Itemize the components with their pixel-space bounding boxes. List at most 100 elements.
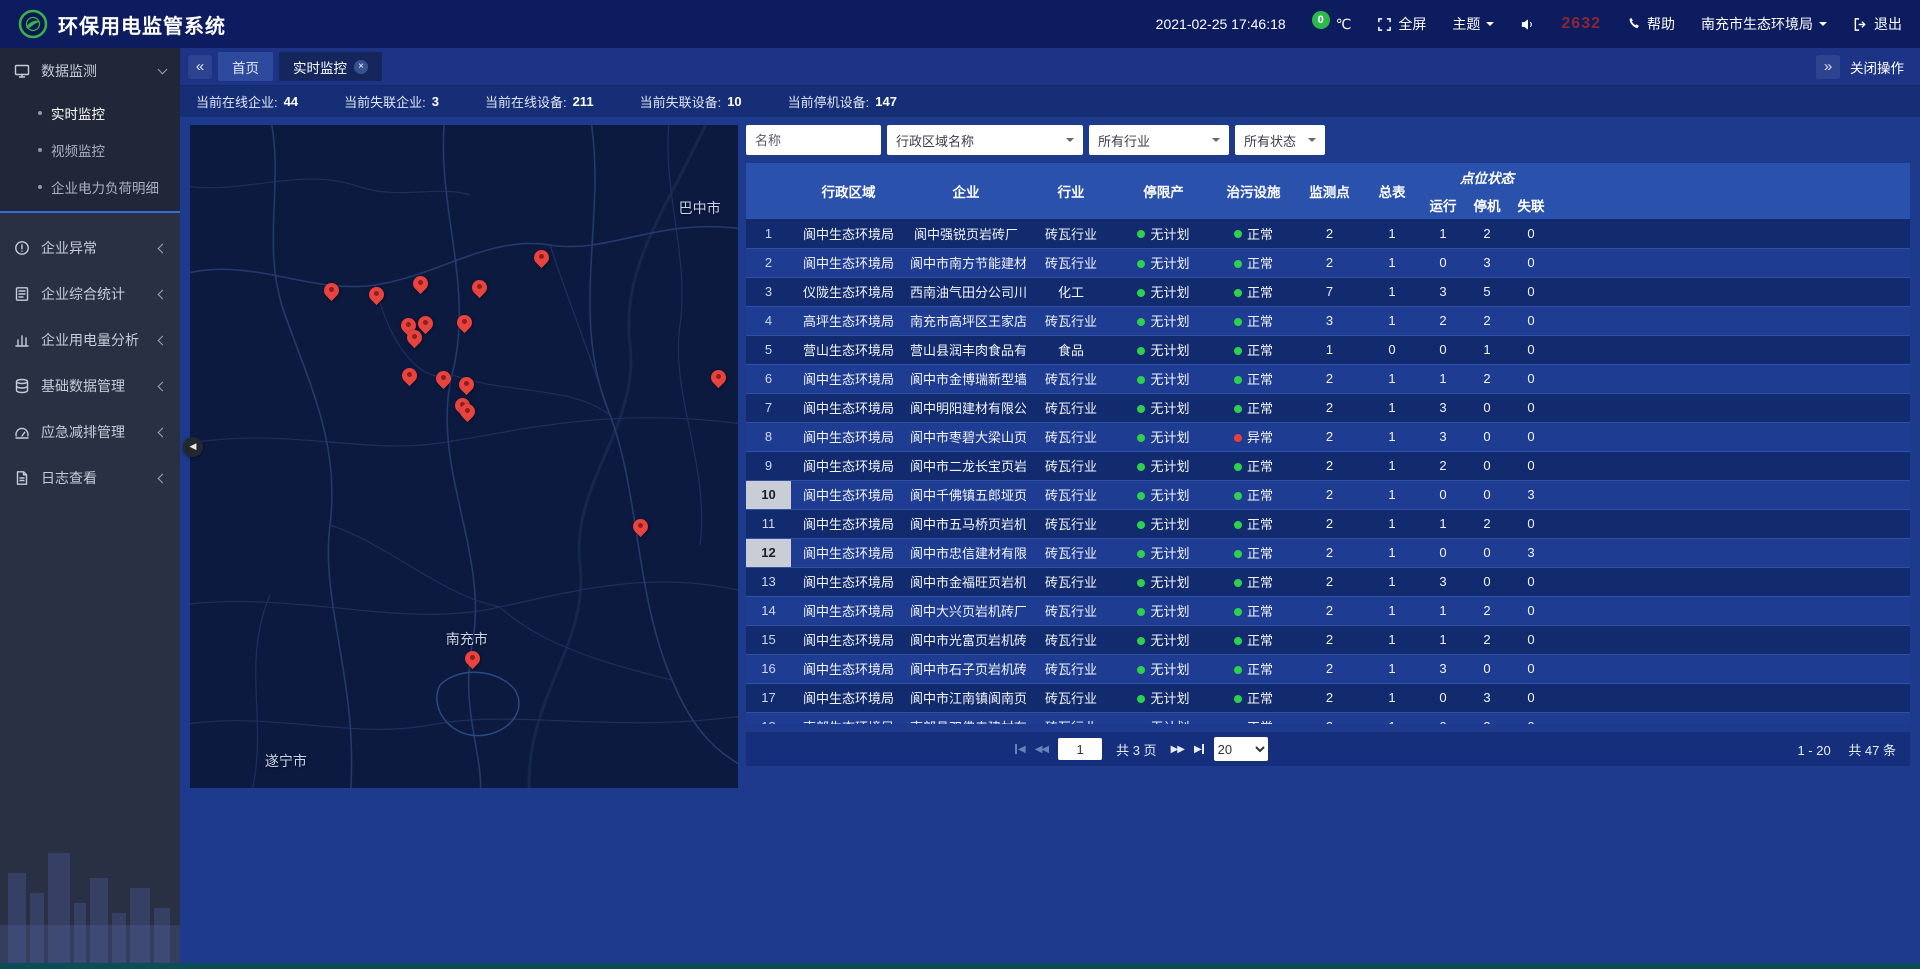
- close-operations-button[interactable]: 关闭操作: [1850, 57, 1904, 77]
- map-pin[interactable]: [533, 249, 551, 267]
- table-row[interactable]: 15阆中生态环境局阆中市光富页岩机砖厂砖瓦行业无计划正常21120: [746, 625, 1910, 654]
- map-pin[interactable]: [471, 279, 489, 297]
- first-page-button[interactable]: ◀: [1015, 744, 1025, 755]
- cell-stop: 2: [1465, 509, 1509, 538]
- table-row[interactable]: 13阆中生态环境局阆中市金福旺页岩机砖砖瓦行业无计划正常21300: [746, 567, 1910, 596]
- sidebar-group-6[interactable]: 日志查看: [0, 455, 180, 501]
- table-row[interactable]: 5营山生态环境局营山县润丰肉食品有限食品无计划正常10010: [746, 335, 1910, 364]
- cell-points: 2: [1296, 451, 1363, 480]
- table-row[interactable]: 12阆中生态环境局阆中市忠信建材有限公砖瓦行业无计划正常21003: [746, 538, 1910, 567]
- cell-industry: 砖瓦行业: [1026, 538, 1116, 567]
- map-pin[interactable]: [406, 329, 424, 347]
- cell-limit: 无计划: [1116, 480, 1211, 509]
- cell-run: 3: [1421, 422, 1465, 451]
- sidebar-item-label: 实时监控: [51, 103, 105, 123]
- logout-button[interactable]: 退出: [1853, 14, 1902, 34]
- table-row[interactable]: 10阆中生态环境局阆中千佛镇五郎垭页岩砖瓦行业无计划正常21003: [746, 480, 1910, 509]
- table-row[interactable]: 4高坪生态环境局南充市高坪区王家店建砖瓦行业无计划正常31220: [746, 306, 1910, 335]
- alarm-count-badge[interactable]: 2632: [1561, 15, 1601, 33]
- voice-broadcast-button[interactable]: [1520, 17, 1535, 32]
- map-panel[interactable]: ◀: [190, 125, 738, 788]
- sidebar-group-2[interactable]: 企业综合统计: [0, 271, 180, 317]
- table-row[interactable]: 16阆中生态环境局阆中市石子页岩机砖厂砖瓦行业无计划正常21300: [746, 654, 1910, 683]
- company-table: 行政区域 企业 行业 停限产 治污设施 监测点 总表 点位状态: [746, 163, 1910, 724]
- col-company: 企业: [906, 163, 1026, 219]
- content-area: « 首页 实时监控 × » 关闭操作 当前在线企业:44当前失联企业:3当前在线…: [180, 48, 1920, 963]
- industry-filter-select[interactable]: 所有行业: [1089, 125, 1229, 155]
- table-row[interactable]: 6阆中生态环境局阆中市金博瑞新型墙材砖瓦行业无计划正常21120: [746, 364, 1910, 393]
- page-size-select[interactable]: 20: [1214, 737, 1268, 761]
- table-row[interactable]: 2阆中生态环境局阆中市南方节能建材有砖瓦行业无计划正常21030: [746, 248, 1910, 277]
- map-pin[interactable]: [710, 369, 728, 387]
- tab-realtime-monitor[interactable]: 实时监控 ×: [279, 52, 382, 81]
- close-tab-icon[interactable]: ×: [354, 60, 368, 74]
- map-pin[interactable]: [464, 650, 482, 668]
- status-dot-icon: [1234, 666, 1242, 674]
- region-filter-select[interactable]: 行政区域名称: [887, 125, 1083, 155]
- sidebar-group-1[interactable]: 企业异常: [0, 225, 180, 271]
- status-dot-icon: [1137, 463, 1145, 471]
- map-pin[interactable]: [401, 367, 419, 385]
- temperature-unit: ℃: [1336, 16, 1352, 33]
- map-pin[interactable]: [459, 403, 477, 421]
- cell-filler: [1553, 480, 1910, 509]
- tabs-scroll-left-button[interactable]: «: [188, 55, 212, 79]
- help-button[interactable]: 帮助: [1627, 14, 1675, 34]
- map-pin[interactable]: [412, 275, 430, 293]
- sidebar-item[interactable]: 企业电力负荷明细: [0, 168, 180, 205]
- cell-facility: 正常: [1211, 509, 1296, 538]
- sidebar-group-4[interactable]: 基础数据管理: [0, 363, 180, 409]
- stat-label: 当前在线设备:: [485, 92, 567, 111]
- map-pin[interactable]: [323, 282, 341, 300]
- cell-company: 阆中市五马桥页岩机砖: [906, 509, 1026, 538]
- prev-page-button[interactable]: ◀◀: [1035, 744, 1048, 755]
- status-dot-icon: [1137, 318, 1145, 326]
- tabs-scroll-right-button[interactable]: »: [1816, 55, 1840, 79]
- stat-value: 44: [284, 94, 298, 109]
- status-dot-icon: [1137, 666, 1145, 674]
- fullscreen-button[interactable]: 全屏: [1377, 14, 1426, 34]
- cell-meters: 1: [1363, 480, 1421, 509]
- table-row[interactable]: 7阆中生态环境局阆中明阳建材有限公司砖瓦行业无计划正常21300: [746, 393, 1910, 422]
- map-pin[interactable]: [368, 286, 386, 304]
- theme-dropdown[interactable]: 主题: [1452, 14, 1494, 34]
- table-row[interactable]: 1阆中生态环境局阆中强锐页岩砖厂砖瓦行业无计划正常21120: [746, 219, 1910, 248]
- table-row[interactable]: 14阆中生态环境局阆中大兴页岩机砖厂砖瓦行业无计划正常21120: [746, 596, 1910, 625]
- org-dropdown[interactable]: 南充市生态环境局: [1701, 14, 1827, 34]
- table-row[interactable]: 18南部生态环境局南部县双佛寺建材有限公砖瓦行业无计划正常21030: [746, 712, 1910, 724]
- sidebar-item[interactable]: 实时监控: [0, 94, 180, 131]
- map-pin[interactable]: [632, 518, 650, 536]
- tab-home[interactable]: 首页: [218, 52, 273, 81]
- map-pin[interactable]: [435, 370, 453, 388]
- sidebar-group-5[interactable]: 应急减排管理: [0, 409, 180, 455]
- map-pin[interactable]: [456, 314, 474, 332]
- status-filter-select[interactable]: 所有状态: [1235, 125, 1325, 155]
- cell-stop: 0: [1465, 538, 1509, 567]
- tab-realtime-label: 实时监控: [293, 57, 347, 77]
- city-label: 南充市: [446, 629, 488, 649]
- cell-lost: 0: [1509, 248, 1553, 277]
- last-page-button[interactable]: ▶: [1194, 744, 1204, 755]
- row-index: 4: [746, 306, 791, 335]
- table-row[interactable]: 17阆中生态环境局阆中市江南镇阆南页岩砖瓦行业无计划正常21030: [746, 683, 1910, 712]
- page-number-input[interactable]: [1058, 738, 1102, 760]
- sidebar-item[interactable]: 视频监控: [0, 131, 180, 168]
- table-row[interactable]: 11阆中生态环境局阆中市五马桥页岩机砖砖瓦行业无计划正常21120: [746, 509, 1910, 538]
- map-pin[interactable]: [458, 376, 476, 394]
- sidebar-group-0[interactable]: 数据监测: [0, 48, 180, 94]
- cell-company: 西南油气田分公司川中: [906, 277, 1026, 306]
- cell-company: 阆中市忠信建材有限公: [906, 538, 1026, 567]
- name-filter-input[interactable]: [746, 125, 881, 155]
- status-dot-icon: [1137, 405, 1145, 413]
- stat-item: 当前失联设备:10: [640, 92, 742, 111]
- collapse-panel-button[interactable]: ◀: [183, 437, 203, 457]
- next-page-button[interactable]: ▶▶: [1171, 744, 1184, 755]
- table-row[interactable]: 8阆中生态环境局阆中市枣碧大梁山页岩砖瓦行业无计划异常21300: [746, 422, 1910, 451]
- cell-run: 0: [1421, 248, 1465, 277]
- table-row[interactable]: 3仪陇生态环境局西南油气田分公司川中化工无计划正常71350: [746, 277, 1910, 306]
- cell-run: 1: [1421, 625, 1465, 654]
- table-row[interactable]: 9阆中生态环境局阆中市二龙长宝页岩砖砖瓦行业无计划正常21200: [746, 451, 1910, 480]
- cell-lost: 0: [1509, 712, 1553, 724]
- sidebar-group-3[interactable]: 企业用电量分析: [0, 317, 180, 363]
- cell-region: 阆中生态环境局: [791, 596, 906, 625]
